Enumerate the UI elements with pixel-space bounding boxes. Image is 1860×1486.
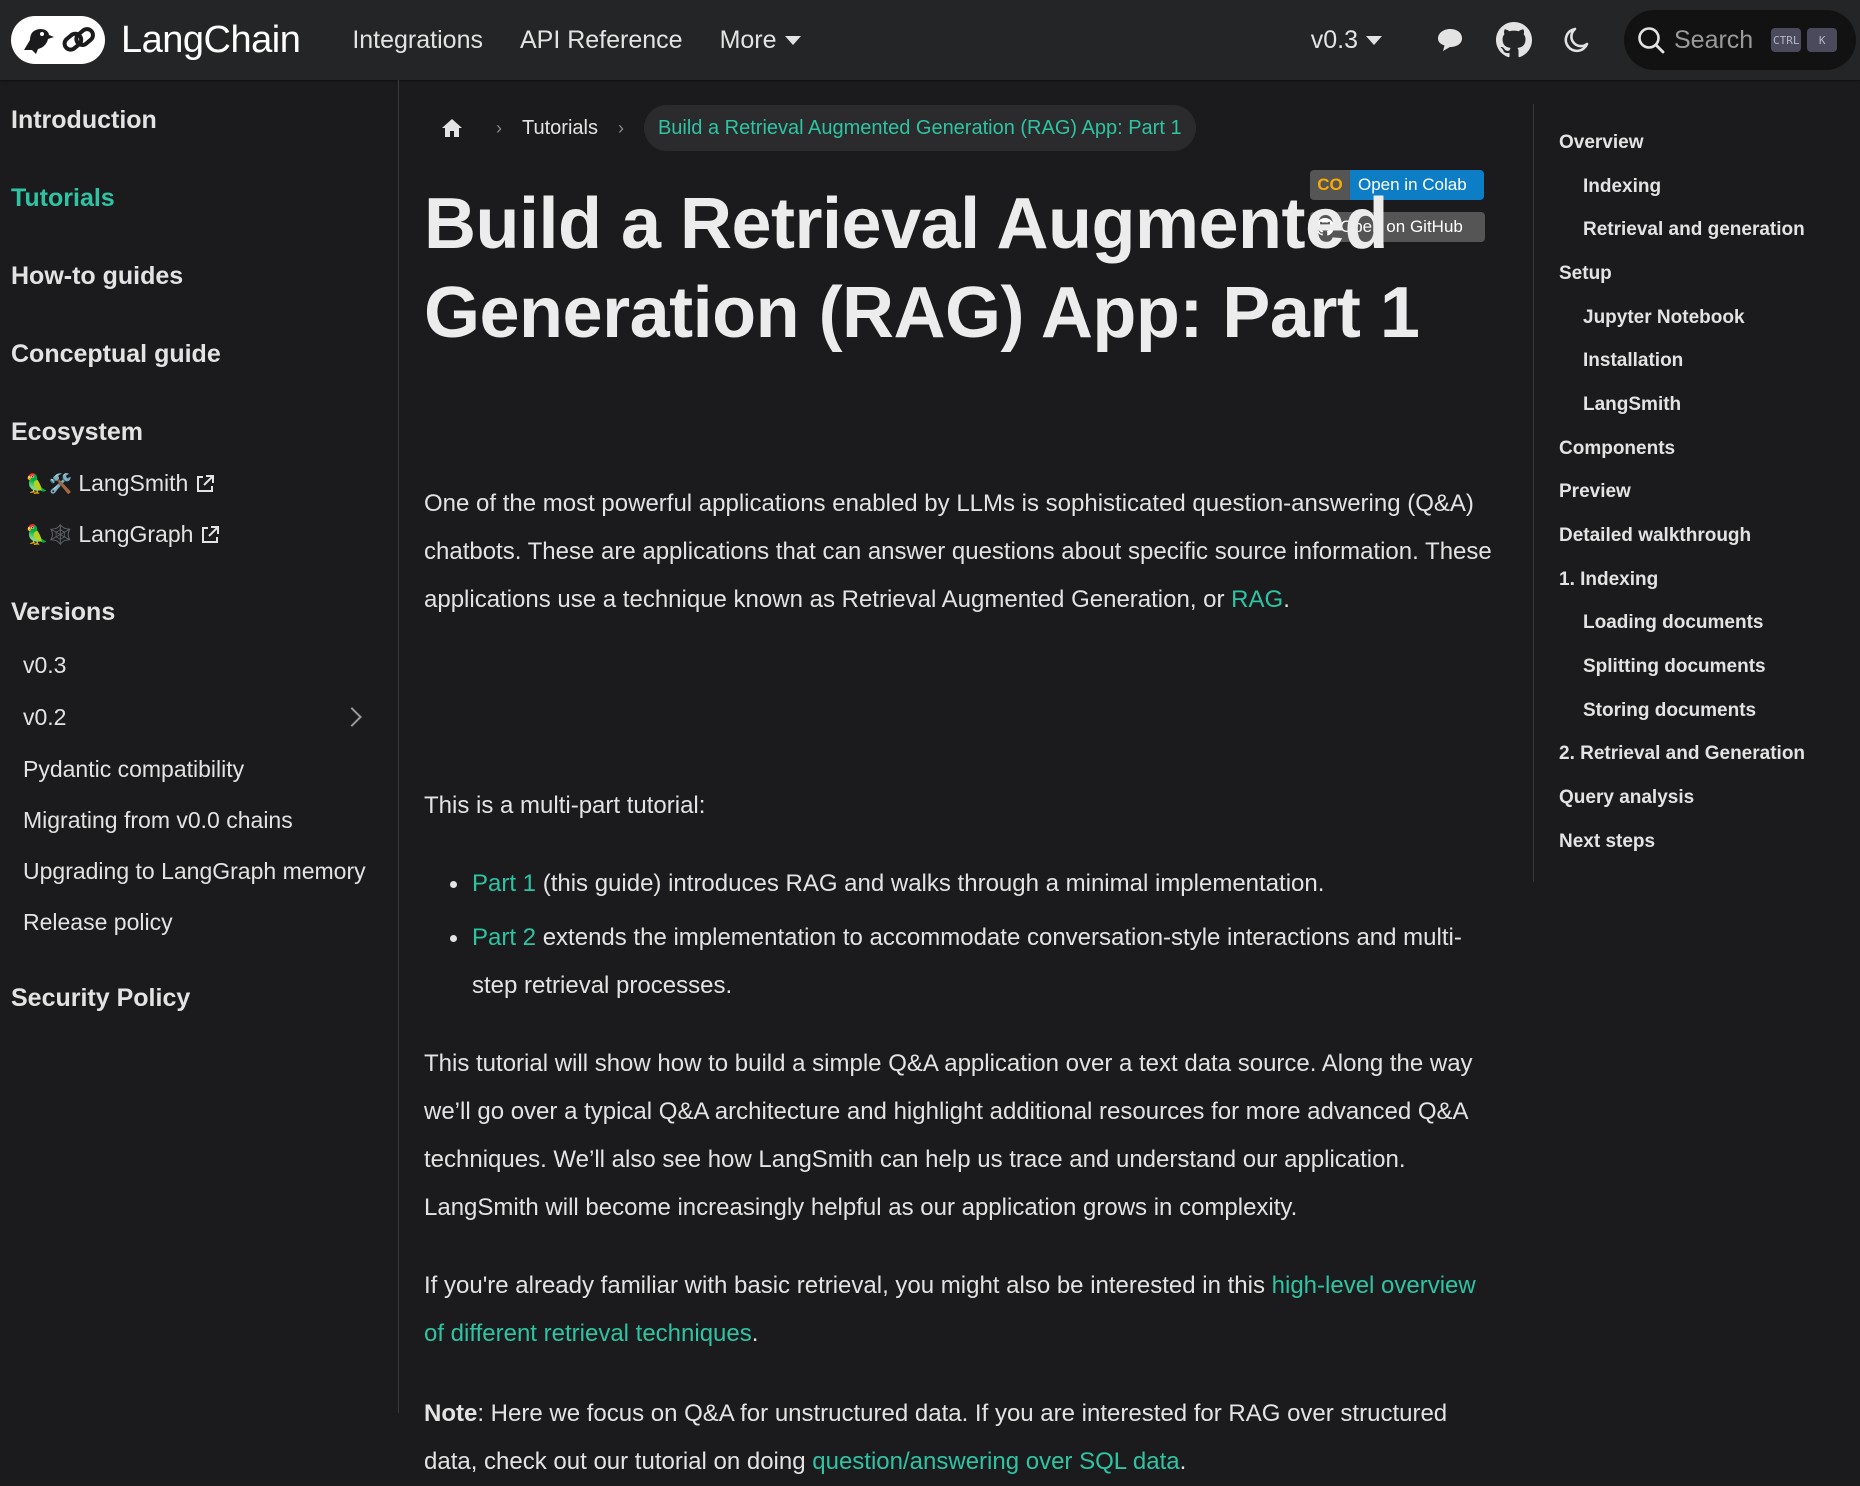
toc-storing-documents[interactable]: Storing documents: [1583, 700, 1756, 722]
sidebar-item-tutorials[interactable]: Tutorials: [11, 184, 115, 213]
toc-query-analysis[interactable]: Query analysis: [1559, 787, 1694, 809]
list-item-text: extends the implementation to accommodat…: [472, 924, 1462, 999]
toc-detailed-walkthrough[interactable]: Detailed walkthrough: [1559, 525, 1751, 547]
sidebar-item-label: LangSmith: [78, 470, 189, 496]
note-paragraph: Note: Here we focus on Q&A for unstructu…: [424, 1390, 1494, 1486]
caret-down-icon: [1366, 35, 1382, 45]
intro-end: .: [1283, 586, 1290, 613]
nav-api-reference[interactable]: API Reference: [520, 26, 683, 55]
list-item: Part 1 (this guide) introduces RAG and w…: [424, 860, 1494, 908]
toc-indexing[interactable]: Indexing: [1583, 176, 1661, 198]
toc-loading-documents[interactable]: Loading documents: [1583, 612, 1764, 634]
sidebar-item-security-policy[interactable]: Security Policy: [11, 984, 190, 1013]
version-label: v0.3: [1310, 25, 1358, 54]
familiar-text: If you're already familiar with basic re…: [424, 1272, 1272, 1299]
nav-more-label: More: [719, 25, 777, 54]
part-2-link[interactable]: Part 2: [472, 924, 536, 951]
toc-next-steps[interactable]: Next steps: [1559, 831, 1655, 853]
sidebar-item-pydantic[interactable]: Pydantic compatibility: [23, 756, 244, 783]
sidebar-item-migrating[interactable]: Migrating from v0.0 chains: [23, 807, 293, 834]
sidebar-item-v02[interactable]: v0.2: [23, 704, 66, 731]
moon-icon[interactable]: [1560, 22, 1596, 58]
search-label: Search: [1674, 25, 1754, 54]
home-icon[interactable]: [428, 104, 476, 152]
breadcrumb-current: Build a Retrieval Augmented Generation (…: [643, 105, 1196, 151]
sidebar-item-introduction[interactable]: Introduction: [11, 106, 157, 135]
github-icon[interactable]: [1496, 22, 1532, 58]
breadcrumb-separator: ›: [617, 117, 624, 138]
toc-retrieval-and-generation-2[interactable]: 2. Retrieval and Generation: [1559, 743, 1805, 765]
sidebar-item-how-to-guides[interactable]: How-to guides: [11, 262, 183, 291]
toc-jupyter-notebook[interactable]: Jupyter Notebook: [1583, 307, 1745, 329]
parrot-chain-logo: [11, 16, 105, 64]
sql-qa-link[interactable]: question/answering over SQL data: [812, 1448, 1179, 1475]
breadcrumb-tutorials[interactable]: Tutorials: [522, 117, 598, 140]
toc-overview[interactable]: Overview: [1559, 132, 1644, 154]
toc-setup[interactable]: Setup: [1559, 263, 1612, 285]
toc-installation[interactable]: Installation: [1583, 350, 1683, 372]
list-item-text: (this guide) introduces RAG and walks th…: [536, 870, 1325, 897]
breadcrumb-separator: ›: [496, 117, 502, 138]
external-link-icon: [197, 474, 215, 492]
toc-indexing-1[interactable]: 1. Indexing: [1559, 569, 1658, 591]
page-title: Build a Retrieval Augmented Generation (…: [424, 184, 1420, 353]
sidebar-item-release-policy[interactable]: Release policy: [23, 909, 173, 936]
toc-preview[interactable]: Preview: [1559, 481, 1631, 503]
sidebar-item-langsmith[interactable]: 🦜🛠️ LangSmith: [25, 470, 216, 497]
kbd-ctrl: CTRL: [1771, 28, 1802, 52]
sidebar-item-conceptual-guide[interactable]: Conceptual guide: [11, 340, 221, 369]
table-of-contents: Overview Indexing Retrieval and generati…: [1533, 104, 1860, 882]
multipart-paragraph: This is a multi-part tutorial:: [424, 792, 706, 819]
toc-components[interactable]: Components: [1559, 438, 1675, 460]
brand-title: LangChain: [121, 18, 301, 61]
nav-more-dropdown[interactable]: More: [720, 26, 801, 55]
parrot-tools-icon: 🦜🛠️: [25, 473, 73, 495]
top-navbar: LangChain Integrations API Reference Mor…: [0, 0, 1860, 80]
list-item: Part 2 extends the implementation to acc…: [424, 914, 1494, 1010]
intro-text: One of the most powerful applications en…: [424, 490, 1492, 613]
chevron-right-icon[interactable]: [342, 707, 362, 727]
brand-link[interactable]: LangChain: [11, 16, 301, 64]
rag-link[interactable]: RAG: [1231, 586, 1283, 613]
sidebar-item-label: LangGraph: [78, 521, 194, 547]
sidebar-item-upgrading[interactable]: Upgrading to LangGraph memory: [23, 858, 366, 885]
sidebar-item-ecosystem[interactable]: Ecosystem: [11, 418, 143, 447]
toc-retrieval-and-generation[interactable]: Retrieval and generation: [1583, 219, 1805, 241]
search-icon: [1638, 27, 1665, 54]
caret-down-icon: [784, 35, 801, 45]
familiar-end: .: [751, 1320, 759, 1347]
toc-langsmith[interactable]: LangSmith: [1583, 394, 1681, 416]
chat-bubble-icon[interactable]: [1432, 22, 1468, 58]
note-label: Note: [424, 1400, 478, 1427]
parts-list: Part 1 (this guide) introduces RAG and w…: [424, 860, 1494, 1016]
version-dropdown[interactable]: v0.3: [1311, 26, 1382, 55]
note-end: .: [1179, 1448, 1187, 1475]
part-1-link[interactable]: Part 1: [472, 870, 536, 897]
kbd-k: K: [1807, 28, 1838, 52]
familiar-paragraph: If you're already familiar with basic re…: [424, 1262, 1494, 1358]
tutorial-description-paragraph: This tutorial will show how to build a s…: [424, 1050, 1473, 1221]
intro-paragraph: One of the most powerful applications en…: [424, 480, 1494, 624]
toc-splitting-documents[interactable]: Splitting documents: [1583, 656, 1766, 678]
docs-sidebar: Introduction Tutorials How-to guides Con…: [0, 80, 399, 1413]
breadcrumb: › Tutorials › Build a Retrieval Augmente…: [424, 104, 1196, 152]
search-button[interactable]: Search CTRL K: [1624, 10, 1856, 70]
parrot-web-icon: 🦜🕸️: [25, 524, 73, 546]
sidebar-item-langgraph[interactable]: 🦜🕸️ LangGraph: [25, 521, 221, 548]
nav-integrations[interactable]: Integrations: [352, 26, 483, 55]
sidebar-item-versions[interactable]: Versions: [11, 598, 115, 627]
external-link-icon: [202, 525, 220, 543]
sidebar-item-v03[interactable]: v0.3: [23, 652, 66, 679]
